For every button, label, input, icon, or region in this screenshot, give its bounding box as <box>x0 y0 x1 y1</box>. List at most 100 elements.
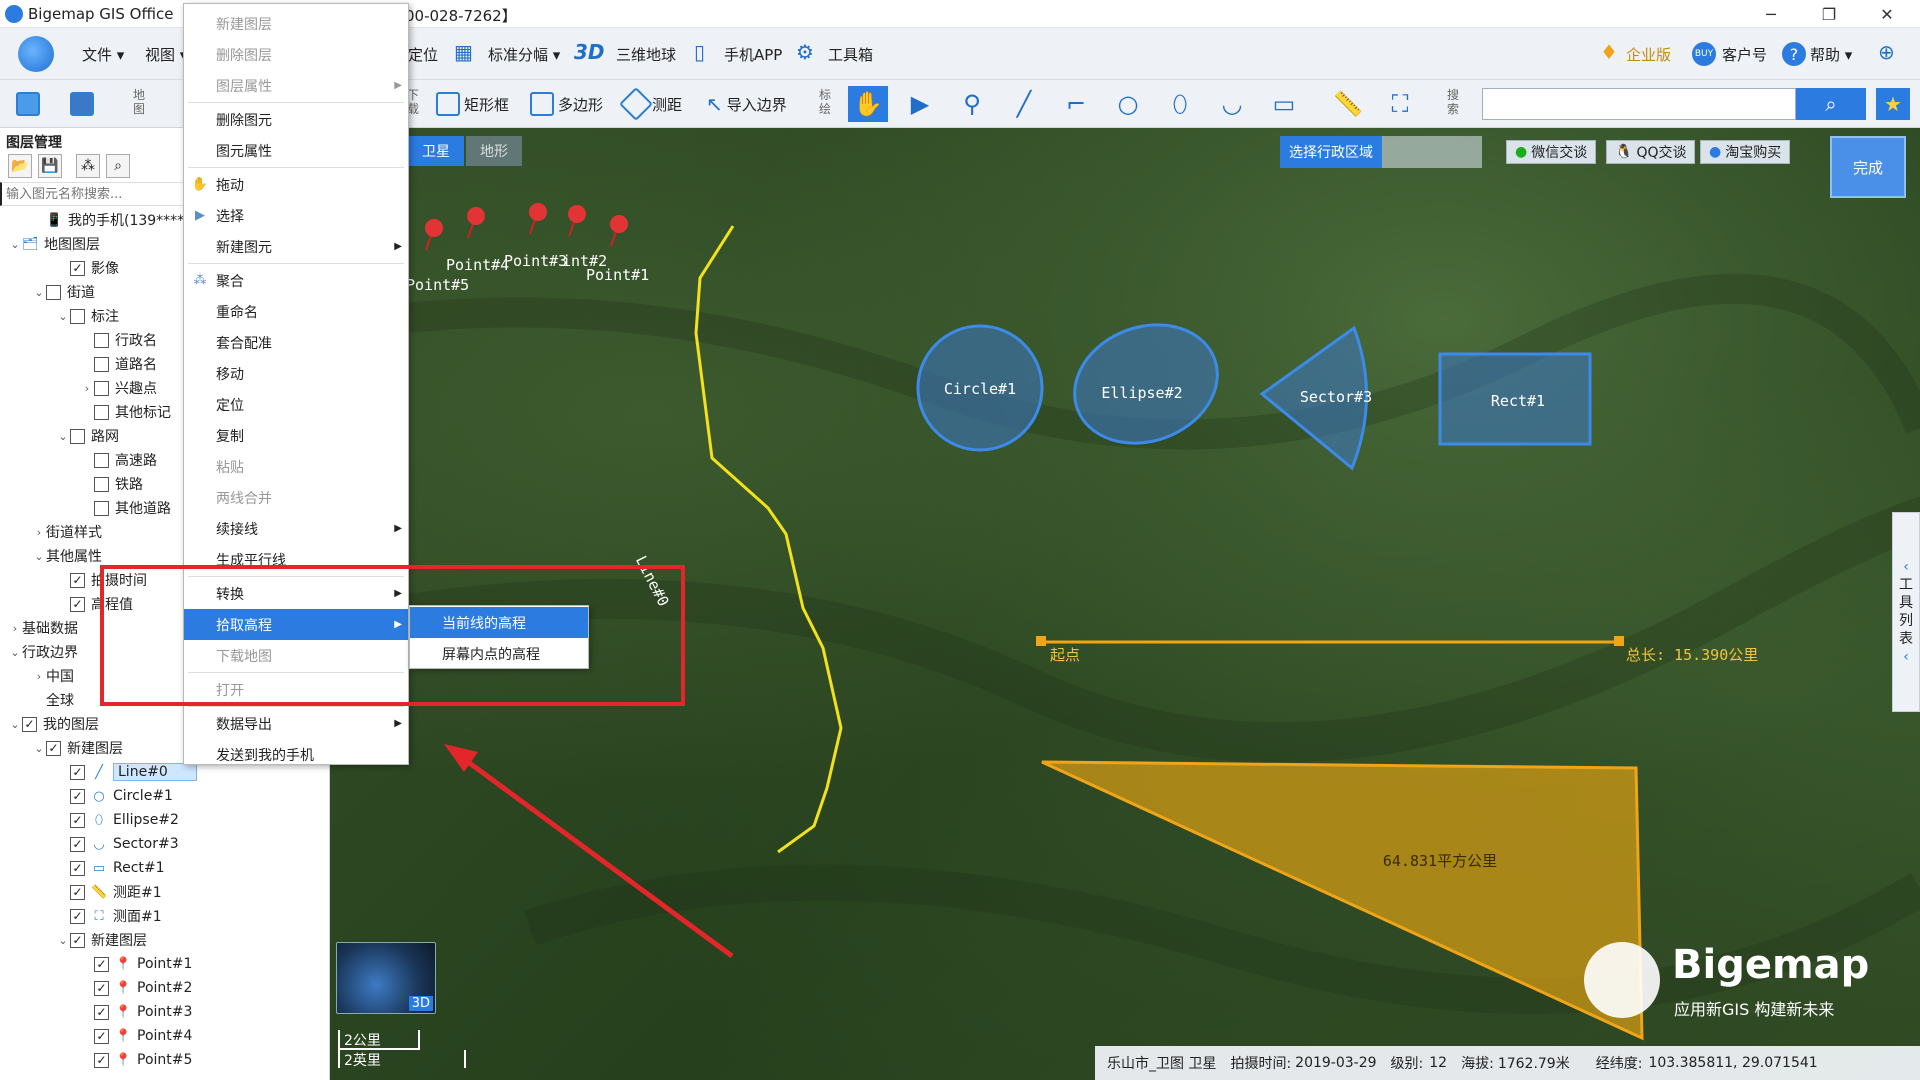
tree-expand-icon[interactable]: › <box>32 670 46 683</box>
tree-checkbox[interactable]: ✓ <box>94 980 109 996</box>
tree-checkbox[interactable] <box>94 332 109 348</box>
tree-node[interactable]: ⌄ ✓ 新建图层 <box>0 736 123 760</box>
pin-point-3[interactable] <box>529 203 547 235</box>
context-menu-item[interactable]: ▶ 选择 <box>184 200 408 231</box>
tree-node[interactable]: ✓ ⬯ Ellipse#2 <box>0 808 179 832</box>
tree-node[interactable]: ⌄ 路网 <box>0 424 119 448</box>
tree-checkbox[interactable]: ✓ <box>70 932 85 948</box>
pin-point-2[interactable] <box>568 205 586 237</box>
tree-node[interactable]: ⌄ 街道 <box>0 280 95 304</box>
tree-checkbox[interactable]: ✓ <box>70 860 85 876</box>
context-menu-item[interactable]: 删除图元 <box>184 104 408 135</box>
tree-checkbox[interactable] <box>46 284 61 300</box>
rect-frame-button[interactable]: 矩形框 <box>436 90 509 118</box>
tree-node[interactable]: ✓ ⛶ 测面#1 <box>0 904 162 928</box>
tree-node[interactable]: ✓ ○ Circle#1 <box>0 784 173 808</box>
minimize-button[interactable]: ─ <box>1748 0 1794 28</box>
menu-file[interactable]: 文件 ▾ <box>82 44 124 65</box>
pin-point-5[interactable] <box>425 219 443 251</box>
tree-checkbox[interactable]: ✓ <box>70 260 85 276</box>
tree-expand-icon[interactable]: ⌄ <box>8 646 22 659</box>
tree-checkbox[interactable]: ✓ <box>94 956 109 972</box>
3d-globe-thumbnail[interactable]: 3D <box>336 942 436 1014</box>
tree-node[interactable]: ⌄ 🗂 地图图层 <box>0 232 100 256</box>
context-menu-item[interactable]: 数据导出 ▶ <box>184 708 408 739</box>
region-field[interactable] <box>1382 136 1482 168</box>
context-menu-item[interactable]: 新建图元 ▶ <box>184 231 408 262</box>
close-button[interactable]: ✕ <box>1864 0 1910 28</box>
restore-button[interactable]: ❐ <box>1806 0 1852 28</box>
open-layer-icon[interactable]: 📂 <box>8 154 32 178</box>
tree-checkbox[interactable]: ✓ <box>22 716 37 732</box>
select-region-button[interactable]: 选择行政区域 <box>1280 136 1382 168</box>
tree-expand-icon[interactable]: › <box>32 526 46 539</box>
cluster-icon[interactable]: ⁂ <box>76 154 100 178</box>
tree-checkbox[interactable]: ✓ <box>70 788 85 804</box>
tree-checkbox[interactable]: ✓ <box>70 764 85 780</box>
tree-checkbox[interactable]: ✓ <box>94 1028 109 1044</box>
import-boundary-button[interactable]: ↖ 导入边界 <box>706 90 787 118</box>
tree-node[interactable]: ⌄ ✓ 我的图层 <box>0 712 99 736</box>
sector-tool-icon[interactable]: ◡ <box>1212 86 1252 122</box>
search-icon[interactable]: ⌕ <box>1796 88 1866 120</box>
save-layer-icon[interactable]: 💾 <box>38 154 62 178</box>
context-menu-item[interactable]: ⁂ 聚合 <box>184 265 408 296</box>
save-icon[interactable] <box>70 90 98 118</box>
search-input[interactable] <box>1482 88 1796 120</box>
tree-expand-icon[interactable]: ⌄ <box>32 286 46 299</box>
tree-checkbox[interactable] <box>94 404 109 420</box>
tree-node[interactable]: ✓ ╱ Line#0 <box>0 760 197 784</box>
tree-checkbox[interactable] <box>70 428 85 444</box>
open-folder-icon[interactable] <box>16 90 44 118</box>
tree-checkbox[interactable]: ✓ <box>70 836 85 852</box>
pin-point-4[interactable] <box>467 207 485 239</box>
context-menu-item[interactable]: 移动 <box>184 358 408 389</box>
tree-node[interactable]: ✓ 📍 Point#2 <box>0 976 192 1000</box>
zoom-layer-icon[interactable]: ⌕ <box>106 154 130 178</box>
context-menu-item[interactable]: 套合配准 <box>184 327 408 358</box>
tree-checkbox[interactable]: ✓ <box>46 740 61 756</box>
tool-list-panel[interactable]: ‹ 工 具 列 表 ‹ <box>1892 512 1920 712</box>
area-tool-icon[interactable]: ⛶ <box>1380 86 1420 122</box>
tree-expand-icon[interactable]: › <box>80 382 94 395</box>
hand-tool-icon[interactable]: ✋ <box>848 86 888 122</box>
ruler-tool-icon[interactable]: 📏 <box>1328 86 1368 122</box>
tree-checkbox[interactable] <box>94 500 109 516</box>
tree-node[interactable]: › 兴趣点 <box>0 376 157 400</box>
tree-node[interactable]: 铁路 <box>0 472 143 496</box>
pin-tool-icon[interactable]: ⚲ <box>952 86 992 122</box>
menu-locate[interactable]: 定位 <box>408 44 438 65</box>
tree-node[interactable]: ✓ 📍 Point#3 <box>0 1000 192 1024</box>
tree-node[interactable]: ✓ 📍 Point#5 <box>0 1048 192 1072</box>
tree-node[interactable]: ✓ 📏 测距#1 <box>0 880 162 904</box>
menu-enterprise[interactable]: 企业版 <box>1626 44 1671 65</box>
tree-node[interactable]: ✓ ▭ Rect#1 <box>0 856 165 880</box>
tree-node[interactable]: 其他道路 <box>0 496 171 520</box>
taobao-button[interactable]: ● 淘宝购买 <box>1700 140 1791 164</box>
tree-expand-icon[interactable]: ⌄ <box>56 934 70 947</box>
tree-checkbox[interactable] <box>70 308 85 324</box>
menu-toolbox[interactable]: 工具箱 <box>828 44 873 65</box>
tree-node[interactable]: ✓ ◡ Sector#3 <box>0 832 179 856</box>
tree-node[interactable]: › 基础数据 <box>0 616 78 640</box>
tree-expand-icon[interactable]: ⌄ <box>32 742 46 755</box>
tree-expand-icon[interactable]: ⌄ <box>8 718 22 731</box>
context-menu-item[interactable]: 图元属性 <box>184 135 408 166</box>
tree-checkbox[interactable]: ✓ <box>70 596 85 612</box>
tree-checkbox[interactable]: ✓ <box>70 908 85 924</box>
tree-expand-icon[interactable]: ⌄ <box>32 550 46 563</box>
settings-icon[interactable]: ⊕ <box>1878 40 1895 64</box>
tree-node[interactable]: ⌄ ✓ 新建图层 <box>0 928 147 952</box>
favorite-star-icon[interactable]: ★ <box>1876 88 1910 120</box>
tree-node[interactable]: › 街道样式 <box>0 520 102 544</box>
tree-node[interactable]: ⌄ 标注 <box>0 304 119 328</box>
tree-checkbox[interactable] <box>94 380 109 396</box>
tree-node[interactable]: ✓ 📍 Point#4 <box>0 1024 192 1048</box>
line-tool-icon[interactable]: ╱ <box>1004 86 1044 122</box>
circle-tool-icon[interactable]: ○ <box>1108 86 1148 122</box>
tree-node[interactable]: ✓ 影像 <box>0 256 119 280</box>
tab-satellite[interactable]: 卫星 <box>408 136 464 166</box>
tree-node[interactable]: 道路名 <box>0 352 157 376</box>
qq-button[interactable]: 🐧 QQ交谈 <box>1606 140 1696 164</box>
tree-node[interactable]: 其他标记 <box>0 400 171 424</box>
